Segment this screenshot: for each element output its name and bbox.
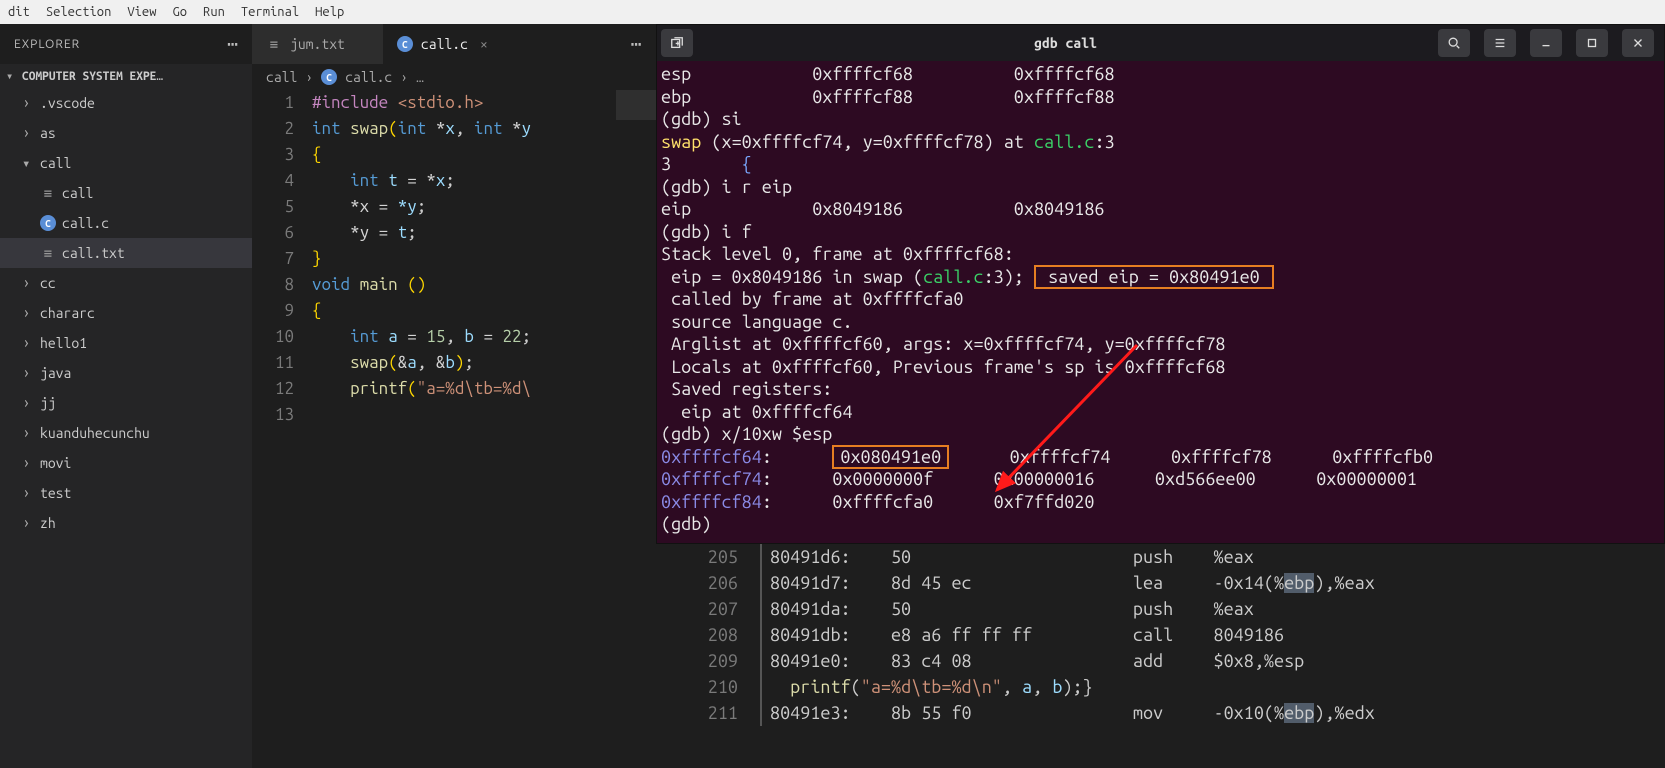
folder-item[interactable]: chararc xyxy=(0,298,252,328)
folder-name: java xyxy=(40,365,71,381)
file-item[interactable]: ≡ call xyxy=(0,178,252,208)
workspace-header[interactable]: COMPUTER SYSTEM EXPE… xyxy=(0,64,252,88)
folder-name: chararc xyxy=(40,305,95,321)
chevron-right-icon xyxy=(22,394,34,412)
explorer-header: EXPLORER ⋯ xyxy=(0,35,252,53)
file-name: call.c xyxy=(62,215,109,231)
folder-item[interactable]: cc xyxy=(0,268,252,298)
close-button[interactable] xyxy=(1622,29,1654,57)
explorer-more-icon[interactable]: ⋯ xyxy=(227,35,238,53)
folder-name: hello1 xyxy=(40,335,87,351)
new-tab-button[interactable] xyxy=(661,29,693,57)
chevron-right-icon xyxy=(22,364,34,382)
file-item[interactable]: ≡ call.txt xyxy=(0,238,252,268)
os-menu-item[interactable]: Help xyxy=(307,5,352,19)
minimap[interactable] xyxy=(616,90,656,150)
terminal-content[interactable]: esp 0xffffcf68 0xffffcf68ebp 0xffffcf88 … xyxy=(657,61,1664,536)
line-number-gutter: 12345678910111213 xyxy=(252,90,312,428)
text-file-icon: ≡ xyxy=(40,245,56,261)
folder-item[interactable]: .vscode xyxy=(0,88,252,118)
code-content[interactable]: #include <stdio.h>int swap(int *x, int *… xyxy=(312,90,656,402)
hamburger-menu-icon[interactable] xyxy=(1484,29,1516,57)
file-name: call.txt xyxy=(62,245,125,261)
os-menu-item[interactable]: Terminal xyxy=(233,5,307,19)
terminal-title: gdb call xyxy=(697,35,1434,51)
vscode-top-bar: EXPLORER ⋯ ≡ jum.txt Ccall.c × ⋯ xyxy=(0,24,656,64)
explorer-sidebar: COMPUTER SYSTEM EXPE… .vscode as call ≡ call… xyxy=(0,64,252,768)
folder-name: kuanduhecunchu xyxy=(40,425,150,441)
chevron-right-icon xyxy=(22,484,34,502)
folder-name: test xyxy=(40,485,71,501)
disassembly-view[interactable]: 205206207208209210211 80491d6: 50 push %… xyxy=(656,544,1665,744)
chevron-right-icon xyxy=(22,514,34,532)
folder-item[interactable]: jj xyxy=(0,388,252,418)
chevron-down-icon xyxy=(22,155,34,172)
breadcrumb-folder[interactable]: call xyxy=(266,69,297,85)
chevron-right-icon: › xyxy=(400,69,408,85)
terminal-titlebar: gdb call xyxy=(657,25,1664,61)
workspace-name: COMPUTER SYSTEM EXPE… xyxy=(22,70,163,83)
folder-item[interactable]: hello1 xyxy=(0,328,252,358)
os-menu-item[interactable]: dit xyxy=(0,5,38,19)
text-file-icon: ≡ xyxy=(266,36,282,52)
os-menu-item[interactable]: Run xyxy=(195,5,233,19)
editor-tab[interactable]: ≡ jum.txt xyxy=(252,24,383,64)
minimize-button[interactable] xyxy=(1530,29,1562,57)
c-file-icon: C xyxy=(397,36,413,52)
explorer-title: EXPLORER xyxy=(14,38,80,51)
chevron-down-icon xyxy=(6,69,18,83)
search-icon[interactable] xyxy=(1438,29,1470,57)
folder-item[interactable]: as xyxy=(0,118,252,148)
chevron-right-icon: › xyxy=(305,69,313,85)
folder-item[interactable]: test xyxy=(0,478,252,508)
chevron-right-icon xyxy=(22,334,34,352)
os-menu-bar: ditSelectionViewGoRunTerminalHelp xyxy=(0,0,1665,24)
breadcrumb[interactable]: call › C call.c › … xyxy=(252,64,656,90)
folder-item[interactable]: zh xyxy=(0,508,252,538)
text-file-icon: ≡ xyxy=(40,185,56,201)
file-item[interactable]: Ccall.c xyxy=(0,208,252,238)
folder-name: jj xyxy=(40,395,56,411)
maximize-button[interactable] xyxy=(1576,29,1608,57)
os-menu-item[interactable]: View xyxy=(119,5,164,19)
breadcrumb-more: … xyxy=(416,69,424,85)
c-file-icon: C xyxy=(40,215,56,231)
folder-item[interactable]: java xyxy=(0,358,252,388)
tab-label: call.c xyxy=(421,36,468,52)
chevron-right-icon xyxy=(22,274,34,292)
chevron-right-icon xyxy=(22,304,34,322)
close-icon[interactable]: × xyxy=(476,36,492,52)
chevron-right-icon xyxy=(22,124,34,142)
folder-name: movi xyxy=(40,455,71,471)
chevron-right-icon xyxy=(22,454,34,472)
folder-name: as xyxy=(40,125,56,141)
folder-name: call xyxy=(40,155,71,171)
vscode-window: EXPLORER ⋯ ≡ jum.txt Ccall.c × ⋯ COMPUTER… xyxy=(0,24,656,768)
folder-name: cc xyxy=(40,275,56,291)
folder-item[interactable]: kuanduhecunchu xyxy=(0,418,252,448)
disasm-body: 80491d6: 50 push %eax80491d7: 8d 45 ec l… xyxy=(756,544,1665,744)
os-menu-item[interactable]: Go xyxy=(165,5,196,19)
os-menu-item[interactable]: Selection xyxy=(38,5,120,19)
editor-tab[interactable]: Ccall.c × xyxy=(383,24,506,64)
disasm-line-numbers: 205206207208209210211 xyxy=(656,544,756,744)
code-editor[interactable]: call › C call.c › … 12345678910111213 #i… xyxy=(252,64,656,768)
chevron-right-icon xyxy=(22,424,34,442)
tab-label: jum.txt xyxy=(290,36,345,52)
chevron-right-icon xyxy=(22,94,34,112)
folder-name: .vscode xyxy=(40,95,95,111)
folder-item[interactable]: movi xyxy=(0,448,252,478)
editor-tabs: ≡ jum.txt Ccall.c × xyxy=(252,24,506,64)
terminal-window: gdb call esp 0xffffcf68 0xffffcf68ebp 0x… xyxy=(656,24,1665,544)
file-name: call xyxy=(62,185,93,201)
c-file-icon: C xyxy=(321,69,337,85)
folder-item[interactable]: call xyxy=(0,148,252,178)
folder-name: zh xyxy=(40,515,56,531)
breadcrumb-file[interactable]: call.c xyxy=(345,69,392,85)
tab-overflow-icon[interactable]: ⋯ xyxy=(616,34,656,55)
